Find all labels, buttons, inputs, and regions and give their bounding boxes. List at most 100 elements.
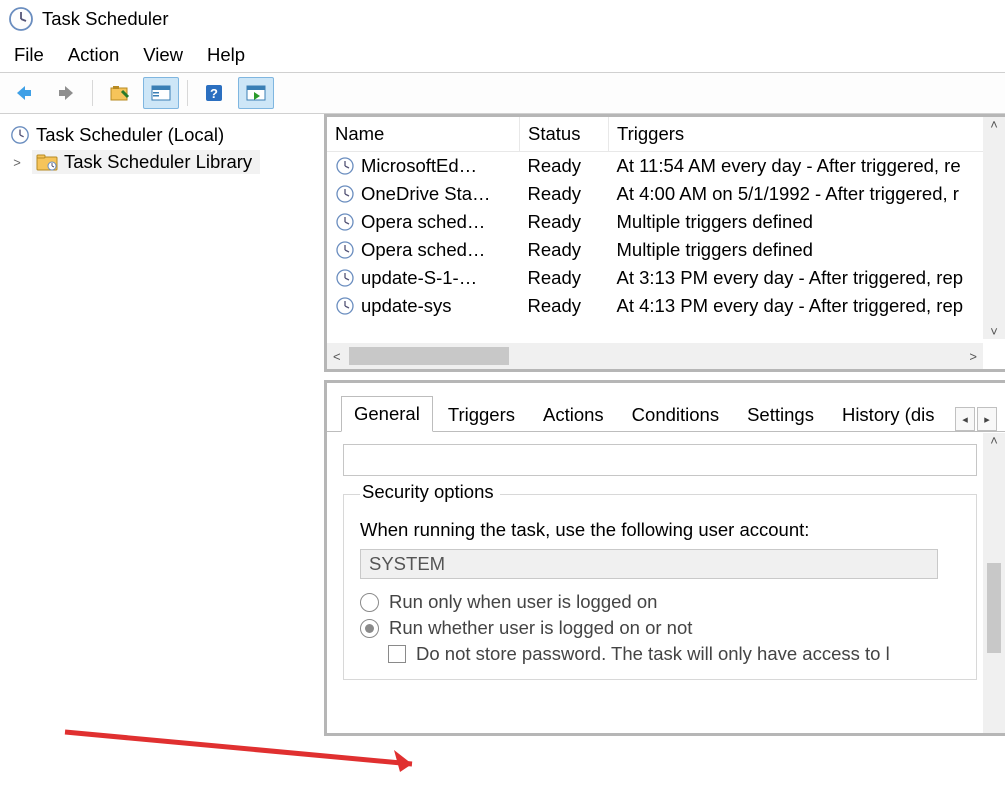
task-trigger: At 11:54 AM every day - After triggered,…	[609, 152, 1005, 181]
task-trigger: At 4:13 PM every day - After triggered, …	[609, 292, 1005, 320]
tree-root[interactable]: Task Scheduler (Local)	[6, 122, 314, 148]
toolbar-help-button[interactable]: ?	[196, 77, 232, 109]
task-list-vertical-scrollbar[interactable]: ˄ ˅	[983, 117, 1005, 339]
menu-action[interactable]: Action	[68, 44, 119, 66]
scroll-thumb[interactable]	[349, 347, 509, 365]
checkbox-do-not-store-password[interactable]: Do not store password. The task will onl…	[388, 643, 960, 665]
tab-scroll-buttons: ◂ ▸	[955, 407, 997, 431]
scroll-up-icon[interactable]: ˄	[990, 117, 998, 132]
right-pane: Name Status Triggers MicrosoftEd…ReadyAt…	[324, 114, 1005, 762]
task-icon	[335, 240, 355, 260]
security-options-legend: Security options	[360, 481, 500, 503]
task-status: Ready	[520, 180, 609, 208]
security-account-prompt: When running the task, use the following…	[360, 519, 960, 541]
scroll-thumb[interactable]	[987, 563, 1001, 653]
task-name: MicrosoftEd…	[361, 155, 477, 177]
radio-label: Run whether user is logged on or not	[389, 617, 692, 639]
tree-root-label: Task Scheduler (Local)	[36, 124, 224, 146]
task-trigger: At 4:00 AM on 5/1/1992 - After triggered…	[609, 180, 1005, 208]
table-row[interactable]: Opera sched… ReadyMultiple triggers defin…	[327, 208, 1005, 236]
titlebar: Task Scheduler	[0, 0, 1005, 40]
task-icon	[335, 268, 355, 288]
table-row[interactable]: OneDrive Sta… ReadyAt 4:00 AM on 5/1/1992…	[327, 180, 1005, 208]
column-header-triggers[interactable]: Triggers	[609, 117, 1005, 152]
menubar: File Action View Help	[0, 40, 1005, 72]
toolbar: ?	[0, 72, 1005, 114]
tab-general[interactable]: General	[341, 396, 433, 432]
scroll-right-icon[interactable]: >	[969, 349, 977, 364]
radio-icon	[360, 619, 379, 638]
toolbar-properties-button[interactable]	[101, 77, 137, 109]
task-status: Ready	[520, 264, 609, 292]
horizontal-splitter[interactable]	[324, 372, 1005, 380]
table-row[interactable]: update-sys ReadyAt 4:13 PM every day - Af…	[327, 292, 1005, 320]
task-name: Opera sched…	[361, 211, 485, 233]
tree-library-row[interactable]: > Task Scheduler Library	[6, 150, 314, 174]
app-icon	[8, 6, 34, 32]
toolbar-separator	[92, 80, 93, 106]
task-name-field[interactable]	[343, 444, 977, 476]
scheduler-icon	[10, 125, 30, 145]
checkbox-icon	[388, 645, 406, 663]
nav-forward-button[interactable]	[48, 77, 84, 109]
task-name: OneDrive Sta…	[361, 183, 491, 205]
scroll-left-icon[interactable]: <	[333, 349, 341, 364]
task-name: update-S-1-…	[361, 267, 477, 289]
task-trigger: Multiple triggers defined	[609, 208, 1005, 236]
column-header-name[interactable]: Name	[327, 117, 520, 152]
tab-scroll-right[interactable]: ▸	[977, 407, 997, 431]
radio-run-logged-on[interactable]: Run only when user is logged on	[360, 591, 960, 613]
task-status: Ready	[520, 292, 609, 320]
general-tab-body: Security options When running the task, …	[327, 444, 1005, 736]
task-trigger: Multiple triggers defined	[609, 236, 1005, 264]
navigation-pane: Task Scheduler (Local) > Task Scheduler …	[0, 114, 318, 762]
task-icon	[335, 296, 355, 316]
workspace: Task Scheduler (Local) > Task Scheduler …	[0, 114, 1005, 762]
column-header-status[interactable]: Status	[520, 117, 609, 152]
task-name: update-sys	[361, 295, 452, 317]
library-folder-icon	[36, 153, 58, 171]
tree-library-label: Task Scheduler Library	[64, 151, 252, 173]
radio-icon	[360, 593, 379, 612]
tab-actions[interactable]: Actions	[530, 397, 617, 432]
task-list-panel: Name Status Triggers MicrosoftEd…ReadyAt…	[324, 114, 1005, 372]
details-tabstrip: General Triggers Actions Conditions Sett…	[327, 383, 1005, 432]
task-icon	[335, 212, 355, 232]
task-details-panel: General Triggers Actions Conditions Sett…	[324, 380, 1005, 736]
tab-history[interactable]: History (dis	[829, 397, 948, 432]
table-row[interactable]: MicrosoftEd… ReadyAt 11:54 AM every day -…	[327, 152, 1005, 181]
table-row[interactable]: update-S-1-… ReadyAt 3:13 PM every day - …	[327, 264, 1005, 292]
radio-label: Run only when user is logged on	[389, 591, 657, 613]
task-icon	[335, 184, 355, 204]
task-trigger: At 3:13 PM every day - After triggered, …	[609, 264, 1005, 292]
toolbar-separator	[187, 80, 188, 106]
tab-conditions[interactable]: Conditions	[619, 397, 732, 432]
toolbar-show-hide-button[interactable]	[143, 77, 179, 109]
tab-settings[interactable]: Settings	[734, 397, 827, 432]
toolbar-run-button[interactable]	[238, 77, 274, 109]
menu-file[interactable]: File	[14, 44, 44, 66]
task-list-horizontal-scrollbar[interactable]: < >	[327, 343, 983, 369]
checkbox-label: Do not store password. The task will onl…	[416, 643, 890, 665]
details-vertical-scrollbar[interactable]: ˄	[983, 433, 1005, 733]
window-title: Task Scheduler	[42, 8, 168, 30]
svg-text:?: ?	[210, 86, 218, 101]
task-status: Ready	[520, 152, 609, 181]
scroll-up-icon[interactable]: ˄	[990, 433, 998, 448]
nav-back-button[interactable]	[6, 77, 42, 109]
security-options-group: Security options When running the task, …	[343, 494, 977, 680]
task-status: Ready	[520, 208, 609, 236]
task-table: Name Status Triggers MicrosoftEd…ReadyAt…	[327, 117, 1005, 320]
task-status: Ready	[520, 236, 609, 264]
menu-view[interactable]: View	[143, 44, 183, 66]
tab-triggers[interactable]: Triggers	[435, 397, 528, 432]
task-icon	[335, 156, 355, 176]
radio-run-logged-on-or-not[interactable]: Run whether user is logged on or not	[360, 617, 960, 639]
security-account-field: SYSTEM	[360, 549, 938, 579]
table-row[interactable]: Opera sched… ReadyMultiple triggers defin…	[327, 236, 1005, 264]
tree-expand-icon[interactable]: >	[6, 155, 28, 170]
menu-help[interactable]: Help	[207, 44, 245, 66]
task-name: Opera sched…	[361, 239, 485, 261]
scroll-down-icon[interactable]: ˅	[990, 324, 998, 339]
tab-scroll-left[interactable]: ◂	[955, 407, 975, 431]
